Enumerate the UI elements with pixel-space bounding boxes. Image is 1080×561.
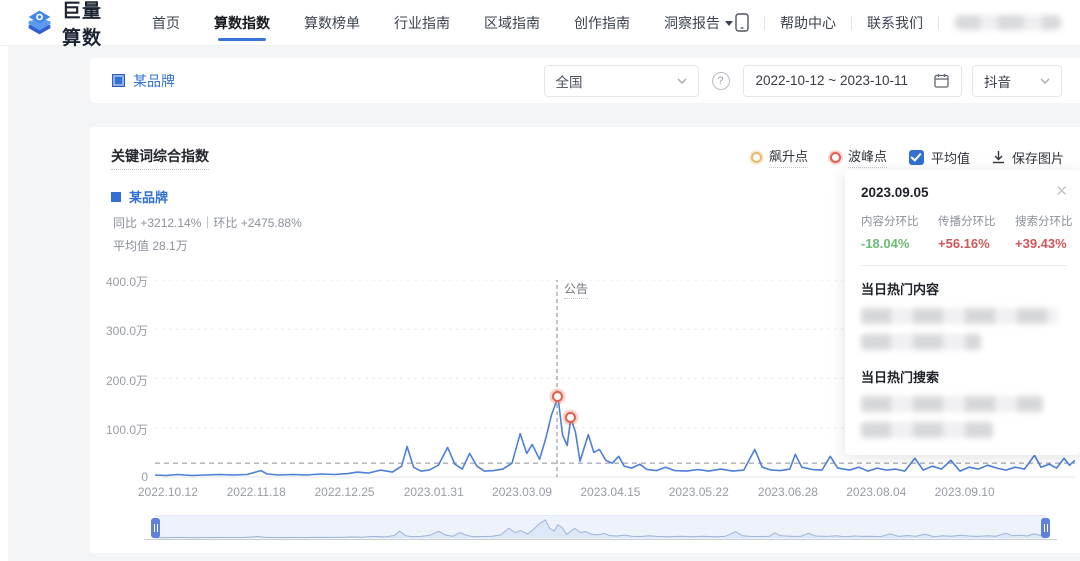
metric-col: 传播分环比 +56.16%: [938, 216, 996, 251]
calendar-icon: [934, 74, 949, 88]
help-center-link[interactable]: 帮助中心: [780, 13, 836, 33]
date-detail-panel: 2023.09.05 ✕ 内容分环比 -18.04% 传播分环比 +56.16% 搜索分…: [845, 170, 1080, 455]
platform-select[interactable]: 抖音: [972, 64, 1062, 97]
panel-metrics: 内容分环比 -18.04% 传播分环比 +56.16% 搜索分环比 +39.43%: [861, 213, 1073, 251]
platform-value: 抖音: [984, 74, 1011, 90]
redacted-item: [861, 334, 982, 350]
nav-item-home[interactable]: 首页: [150, 0, 182, 47]
region-value: 全国: [555, 74, 583, 90]
nav-item-industry-guide[interactable]: 行业指南: [392, 0, 452, 47]
y-axis-tick: 400.0万: [105, 275, 148, 289]
average-checkbox[interactable]: [908, 149, 924, 165]
peak-point-icon: [829, 151, 841, 163]
nav-right: 帮助中心 联系我们: [735, 13, 1080, 33]
region-select[interactable]: 全国: [543, 64, 699, 97]
user-account-blurred[interactable]: [954, 15, 1062, 30]
series-info: 某品牌 同比 +3212.14%｜环比 +2475.88% 平均值 28.1万: [111, 187, 302, 254]
redacted-item: [861, 422, 994, 438]
nav-item-region-guide[interactable]: 区域指南: [482, 0, 542, 47]
divider: [861, 265, 1068, 266]
x-axis-tick: 2023.09.10: [934, 485, 995, 499]
nav-items: 首页 算数指数 算数榜单 行业指南 区域指南 创作指南 洞察报告: [150, 0, 735, 47]
brand-name: 巨量算数: [62, 0, 103, 49]
chart-title: 关键词综合指数: [111, 146, 209, 170]
divider: [764, 15, 765, 30]
keyword-color-chip: [112, 74, 125, 87]
save-image-button[interactable]: 保存图片: [992, 148, 1064, 167]
nav-item-index[interactable]: 算数指数: [212, 0, 272, 47]
panel-date: 2023.09.05: [861, 185, 929, 200]
caret-down-icon: [725, 20, 733, 26]
x-axis-tick: 2023.04.15: [580, 485, 641, 499]
nav-item-rankings[interactable]: 算数榜单: [302, 0, 362, 47]
series-yoy-mom: 同比 +3212.14%｜环比 +2475.88%: [113, 216, 302, 230]
x-axis-tick: 2023.01.31: [403, 485, 464, 499]
surge-point-icon: [750, 151, 762, 163]
minimap-svg: [155, 519, 1046, 539]
chevron-down-icon: [677, 78, 686, 84]
x-axis-tick: 2023.08.04: [846, 485, 907, 499]
close-icon[interactable]: ✕: [1055, 184, 1068, 199]
hot-content-title: 当日热门内容: [861, 282, 940, 297]
metric-col: 内容分环比 -18.04%: [861, 216, 919, 251]
x-axis-tick: 2023.06.28: [757, 485, 818, 499]
redacted-item: [861, 308, 1058, 324]
series-name: 某品牌: [129, 190, 169, 205]
brand-logo[interactable]: 巨量算数: [0, 0, 112, 50]
keyword-label: 某品牌: [133, 72, 175, 89]
hot-search-title: 当日热门搜索: [861, 370, 940, 385]
y-axis-tick: 100.0万: [105, 422, 148, 437]
divider: [938, 15, 939, 30]
series-average: 平均值 28.1万: [113, 239, 188, 253]
mobile-app-icon[interactable]: [735, 13, 749, 32]
redacted-item: [861, 396, 1044, 412]
legend-surge-point[interactable]: 飙升点: [750, 146, 808, 168]
minimap-handle-left[interactable]: [151, 518, 160, 538]
download-icon: [992, 151, 1004, 164]
contact-us-link[interactable]: 联系我们: [867, 13, 923, 33]
minimap-handle-right[interactable]: [1041, 518, 1050, 538]
x-axis-tick: 2022.12.25: [314, 485, 375, 499]
announcement-label[interactable]: 公告: [564, 280, 589, 299]
y-axis-tick: 200.0万: [105, 373, 148, 388]
date-range-value: 2022-10-12 ~ 2023-10-11: [755, 73, 909, 88]
nav-item-creation-guide[interactable]: 创作指南: [572, 0, 632, 47]
x-axis-tick: 2022.10.12: [137, 485, 198, 499]
metric-col: 搜索分环比 +39.43%: [1015, 216, 1073, 251]
x-axis-tick: 2023.05.22: [668, 485, 729, 499]
divider: [851, 15, 852, 30]
help-question-icon[interactable]: ?: [711, 71, 730, 90]
x-axis-tick: 2022.11.18: [226, 485, 286, 499]
y-axis-tick: 0: [141, 470, 148, 484]
legend-peak-point[interactable]: 波峰点: [829, 146, 887, 168]
top-navbar: 巨量算数 首页 算数指数 算数榜单 行业指南 区域指南 创作指南 洞察报告 帮助中心 联系我…: [0, 0, 1080, 49]
series-color-chip: [111, 191, 121, 202]
chevron-down-icon: [1040, 78, 1050, 84]
y-axis-tick: 300.0万: [105, 324, 148, 339]
page-left-gutter: [0, 46, 8, 561]
x-axis-tick: 2023.03.09: [492, 485, 553, 499]
chart-legend: 飙升点 波峰点 平均值 保存图片: [750, 146, 1064, 168]
nav-item-insight-reports[interactable]: 洞察报告: [662, 0, 735, 47]
keyword-tag[interactable]: 某品牌: [112, 71, 175, 91]
timeline-minimap[interactable]: [144, 515, 1057, 540]
filter-bar: 某品牌 全国 ? 2022-10-12 ~ 2023-10-11 抖音: [90, 58, 1080, 103]
brand-logo-icon: [26, 9, 53, 36]
legend-average-toggle[interactable]: 平均值: [908, 148, 970, 167]
date-range-picker[interactable]: 2022-10-12 ~ 2023-10-11: [742, 64, 962, 97]
